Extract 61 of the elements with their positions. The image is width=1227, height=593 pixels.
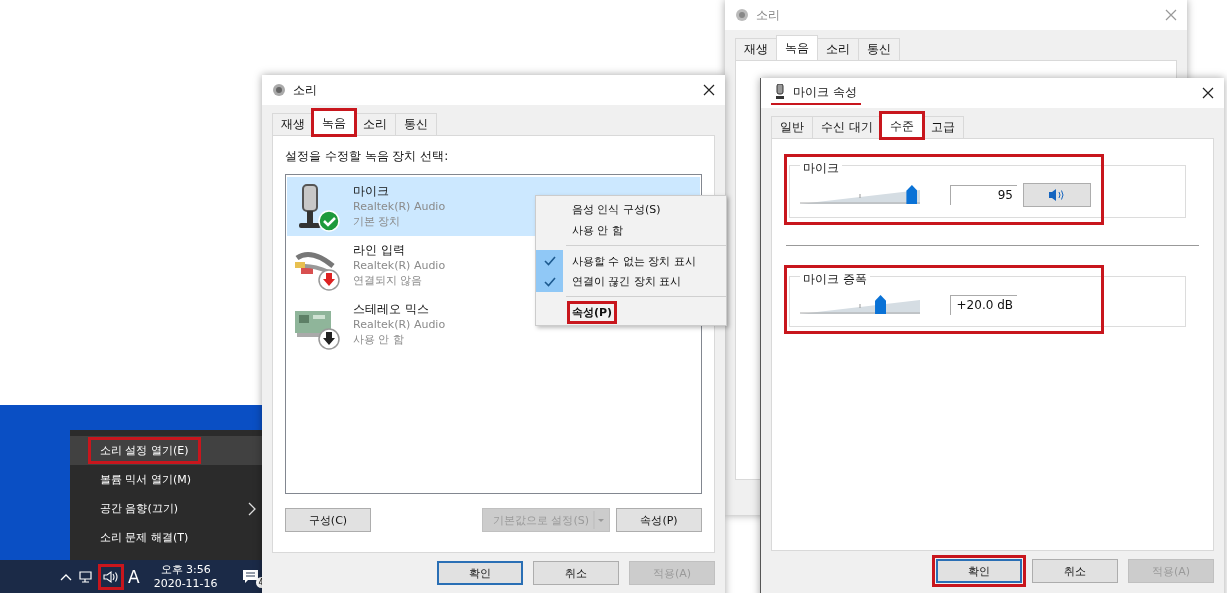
level-value-field: +20.0 dB [950, 295, 1017, 315]
menu-item-label: 소리 문제 해결(T) [99, 530, 190, 546]
tab[interactable]: 녹음 [313, 110, 355, 135]
check-icon [543, 276, 556, 287]
configure-button[interactable]: 구성(C) [285, 508, 371, 532]
check-icon [543, 255, 556, 266]
device-name: 스테레오 믹스 [353, 302, 430, 317]
notification-icon[interactable] [241, 568, 260, 585]
instruction-text: 설정을 수정할 녹음 장치 선택: [285, 148, 450, 165]
device-name: 라인 입력 [353, 243, 406, 258]
menu-item[interactable]: 속성(P) [536, 292, 726, 322]
device-name: 마이크 [353, 184, 390, 199]
menu-item-label: 연결이 끊긴 장치 표시 [571, 274, 683, 290]
menu-item-label: 사용할 수 없는 장치 표시 [571, 254, 697, 270]
device-status: 사용 안 함 [353, 332, 405, 347]
input-method-indicator[interactable]: A [128, 566, 140, 587]
microphone-icon [775, 84, 785, 100]
menu-item-label: 속성(P) [569, 303, 616, 322]
dialog-button[interactable]: 취소 [1032, 559, 1118, 583]
menu-item-label: 사용 안 함 [571, 223, 624, 239]
window-title: 소리 [756, 6, 780, 24]
device-status: 연결되지 않음 [353, 273, 424, 288]
speaker-icon [272, 83, 286, 97]
close-icon[interactable] [703, 84, 715, 96]
clock-date[interactable]: 2020-11-16 [153, 576, 218, 591]
menu-item-label: 소리 설정 열기(E) [90, 439, 199, 462]
window-title: 마이크 속성 [793, 83, 857, 101]
menu-item[interactable]: 사용할 수 없는 장치 표시 [536, 241, 726, 271]
tab[interactable]: 녹음 [776, 35, 818, 60]
window-title: 소리 [293, 81, 317, 99]
device-driver: Realtek(R) Audio [353, 199, 446, 214]
tab[interactable]: 일반 [771, 116, 813, 138]
tab[interactable]: 통신 [395, 113, 437, 135]
device-status: 기본 장치 [353, 214, 402, 229]
mute-button[interactable] [1023, 183, 1091, 207]
dialog-button[interactable]: 취소 [533, 561, 619, 585]
slider-thumb[interactable] [906, 185, 918, 204]
menu-item[interactable]: 연결이 끊긴 장치 표시 [536, 271, 726, 292]
speaker-icon [735, 8, 749, 22]
speaker-icon [1048, 188, 1066, 202]
tab[interactable]: 재생 [272, 113, 314, 135]
group-label: 마이크 증폭 [800, 271, 870, 288]
close-icon[interactable] [1202, 87, 1214, 99]
tab[interactable]: 재생 [735, 38, 777, 60]
menu-item-label: 볼륨 믹서 열기(M) [99, 472, 193, 488]
slider-thumb[interactable] [875, 295, 887, 314]
network-icon[interactable] [78, 569, 94, 584]
chevron-up-icon[interactable] [60, 572, 72, 581]
dialog-button[interactable]: 확인 [437, 561, 523, 585]
properties-button[interactable]: 속성(P) [616, 508, 702, 532]
volume-icon[interactable] [100, 565, 122, 588]
device-driver: Realtek(R) Audio [353, 258, 446, 273]
device-driver: Realtek(R) Audio [353, 317, 446, 332]
menu-item-label: 공간 음향(끄기) [99, 501, 180, 517]
tab[interactable]: 통신 [858, 38, 900, 60]
tab[interactable]: 수준 [880, 113, 923, 138]
clock-time[interactable]: 오후 3:56 [160, 562, 211, 577]
level-value-field: 95 [950, 185, 1017, 205]
group-label: 마이크 [800, 160, 842, 177]
caret-icon [593, 511, 607, 529]
menu-item-label: 음성 인식 구성(S) [571, 202, 662, 218]
